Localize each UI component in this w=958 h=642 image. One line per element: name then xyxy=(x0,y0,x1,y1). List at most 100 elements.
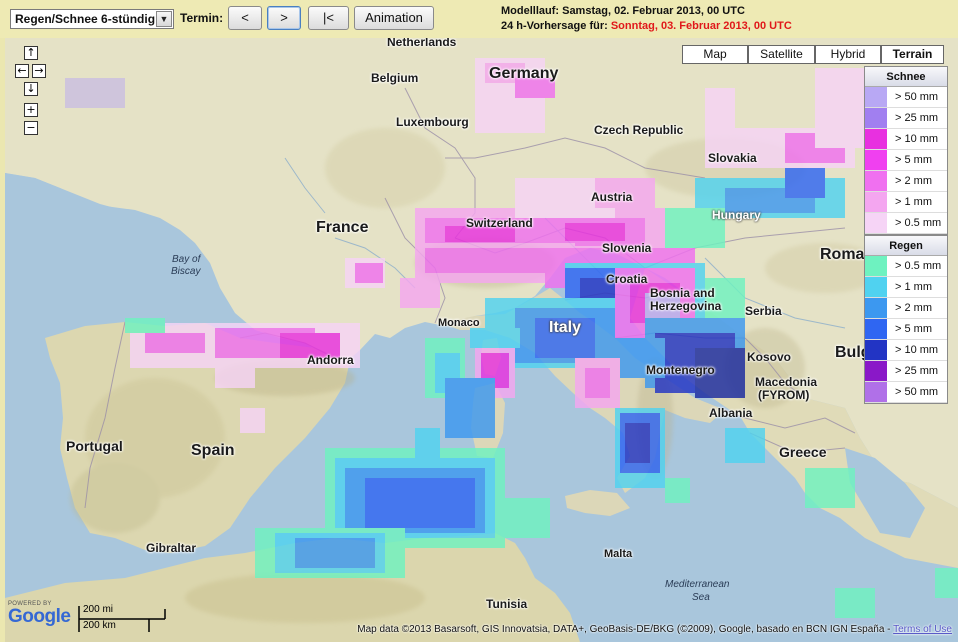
scale-bar: 200 mi 200 km xyxy=(77,604,167,634)
legend-rain-row: > 10 mm xyxy=(865,340,947,361)
pan-left-button[interactable]: ← xyxy=(15,64,29,78)
legend-snow-row: > 25 mm xyxy=(865,108,947,129)
legend-rain-row: > 5 mm xyxy=(865,319,947,340)
label-malta: Malta xyxy=(604,548,633,560)
label-macedonia-1: Macedonia xyxy=(755,375,818,389)
legend-snow-title: Schnee xyxy=(865,67,947,87)
legend-rain-row: > 1 mm xyxy=(865,277,947,298)
pan-down-button[interactable]: ↓ xyxy=(24,82,38,96)
termin-label: Termin: xyxy=(180,11,224,25)
label-andorra: Andorra xyxy=(307,353,354,367)
label-montenegro: Montenegro xyxy=(646,363,715,377)
forecast-date: Sonntag, 03. Februar 2013, 00 UTC xyxy=(610,20,792,32)
label-bosnia-2: Herzegovina xyxy=(650,299,722,313)
label-bay-of-biscay-2: Biscay xyxy=(171,266,201,277)
maptype-hybrid-button[interactable]: Hybrid xyxy=(815,45,881,64)
label-romania: Roma xyxy=(820,246,865,263)
label-slovenia: Slovenia xyxy=(602,241,652,255)
legend-rain-label: > 2 mm xyxy=(895,302,932,314)
label-gibraltar: Gibraltar xyxy=(146,541,197,555)
legend-rain-swatch xyxy=(865,382,887,402)
legend-rain-label: > 1 mm xyxy=(895,281,932,293)
label-portugal: Portugal xyxy=(66,438,123,454)
legend-rain-label: > 50 mm xyxy=(895,386,939,398)
label-luxembourg: Luxembourg xyxy=(396,115,469,129)
scale-mi: 200 mi xyxy=(83,604,114,615)
legend-snow-row: > 5 mm xyxy=(865,150,947,171)
legend-snow-row: > 1 mm xyxy=(865,192,947,213)
prev-button[interactable]: < xyxy=(228,6,262,30)
label-belgium: Belgium xyxy=(371,71,419,85)
product-select[interactable]: Regen/Schnee 6-stündig ▼ xyxy=(10,9,174,29)
legend-snow-row: > 10 mm xyxy=(865,129,947,150)
legend-snow-swatch xyxy=(865,192,887,212)
label-bosnia-1: Bosnia and xyxy=(650,286,715,300)
label-slovakia: Slovakia xyxy=(708,151,757,165)
toolbar: Regen/Schnee 6-stündig ▼ Termin: < > |< … xyxy=(0,0,958,38)
label-hungary: Hungary xyxy=(712,208,761,222)
copyright-notice: Map data ©2013 Basarsoft, GIS Innovatsia… xyxy=(357,624,952,635)
label-greece: Greece xyxy=(779,444,827,460)
legend-rain-swatch xyxy=(865,361,887,381)
label-switzerland: Switzerland xyxy=(466,216,533,230)
legend-snow-label: > 0.5 mm xyxy=(895,217,942,229)
label-croatia: Croatia xyxy=(606,272,648,286)
pan-right-button[interactable]: → xyxy=(32,64,46,78)
label-italy: Italy xyxy=(549,319,582,336)
legend-rain-swatch xyxy=(865,256,887,276)
label-czech-republic: Czech Republic xyxy=(594,123,684,137)
product-select-value: Regen/Schnee 6-stündig xyxy=(15,12,156,26)
legend-rain-title: Regen xyxy=(865,236,947,256)
maptype-terrain-button[interactable]: Terrain xyxy=(881,45,944,64)
legend-snow-swatch xyxy=(865,108,887,128)
legend-rain-label: > 5 mm xyxy=(895,323,932,335)
legend-snow-row: > 50 mm xyxy=(865,87,947,108)
label-monaco: Monaco xyxy=(438,317,480,329)
label-tunisia: Tunisia xyxy=(486,597,528,611)
legend-snow-label: > 5 mm xyxy=(895,154,932,166)
pan-up-button[interactable]: ↑ xyxy=(24,46,38,60)
legend-rain-label: > 10 mm xyxy=(895,344,939,356)
google-logo[interactable]: POWERED BY Google xyxy=(8,601,71,627)
maptype-map-button[interactable]: Map xyxy=(682,45,748,64)
legend-snow-label: > 2 mm xyxy=(895,175,932,187)
label-france: France xyxy=(316,219,369,236)
label-mediterranean-sea-2: Sea xyxy=(692,592,710,603)
legend-rain-row: > 2 mm xyxy=(865,298,947,319)
google-wordmark: Google xyxy=(8,606,71,627)
legend-rain-swatch xyxy=(865,319,887,339)
zoom-in-button[interactable]: + xyxy=(24,103,38,117)
legend-snow-row: > 2 mm xyxy=(865,171,947,192)
first-button[interactable]: |< xyxy=(308,6,349,30)
legend-snow-label: > 25 mm xyxy=(895,112,939,124)
maptype-satellite-button[interactable]: Satellite xyxy=(748,45,815,64)
zoom-out-button[interactable]: − xyxy=(24,121,38,135)
legend-rain-label: > 25 mm xyxy=(895,365,939,377)
legend-snow-swatch xyxy=(865,87,887,107)
legend-snow: Schnee > 50 mm > 25 mm > 10 mm > 5 mm > 2 mm… xyxy=(864,66,948,235)
copyright-text: Map data ©2013 Basarsoft, GIS Innovatsia… xyxy=(357,624,894,635)
legend-snow-swatch xyxy=(865,213,887,233)
label-serbia: Serbia xyxy=(745,304,782,318)
legend-rain-label: > 0.5 mm xyxy=(895,260,942,272)
map-canvas[interactable]: Netherlands Belgium Germany Luxembourg C… xyxy=(5,38,958,642)
legend-rain-row: > 0.5 mm xyxy=(865,256,947,277)
animation-button[interactable]: Animation xyxy=(354,6,434,30)
terms-of-use-link[interactable]: Terms of Use xyxy=(893,624,952,635)
dropdown-arrow-icon[interactable]: ▼ xyxy=(156,11,172,27)
legend-snow-swatch xyxy=(865,129,887,149)
label-bay-of-biscay-1: Bay of xyxy=(172,254,201,265)
legend-snow-row: > 0.5 mm xyxy=(865,213,947,234)
label-macedonia-2: (FYROM) xyxy=(758,388,810,402)
model-run-info: Modelllauf: Samstag, 02. Februar 2013, 0… xyxy=(501,5,745,17)
legend-snow-label: > 50 mm xyxy=(895,91,939,103)
label-austria: Austria xyxy=(591,190,633,204)
legend-snow-label: > 10 mm xyxy=(895,133,939,145)
legend-rain: Regen > 0.5 mm > 1 mm > 2 mm > 5 mm > 10 mm >… xyxy=(864,235,948,404)
forecast-info: 24 h-Vorhersage für: Sonntag, 03. Februa… xyxy=(501,20,792,32)
label-netherlands: Netherlands xyxy=(387,38,457,49)
scale-km: 200 km xyxy=(83,620,116,631)
legend-rain-swatch xyxy=(865,340,887,360)
legend-snow-swatch xyxy=(865,171,887,191)
next-button[interactable]: > xyxy=(267,6,301,30)
